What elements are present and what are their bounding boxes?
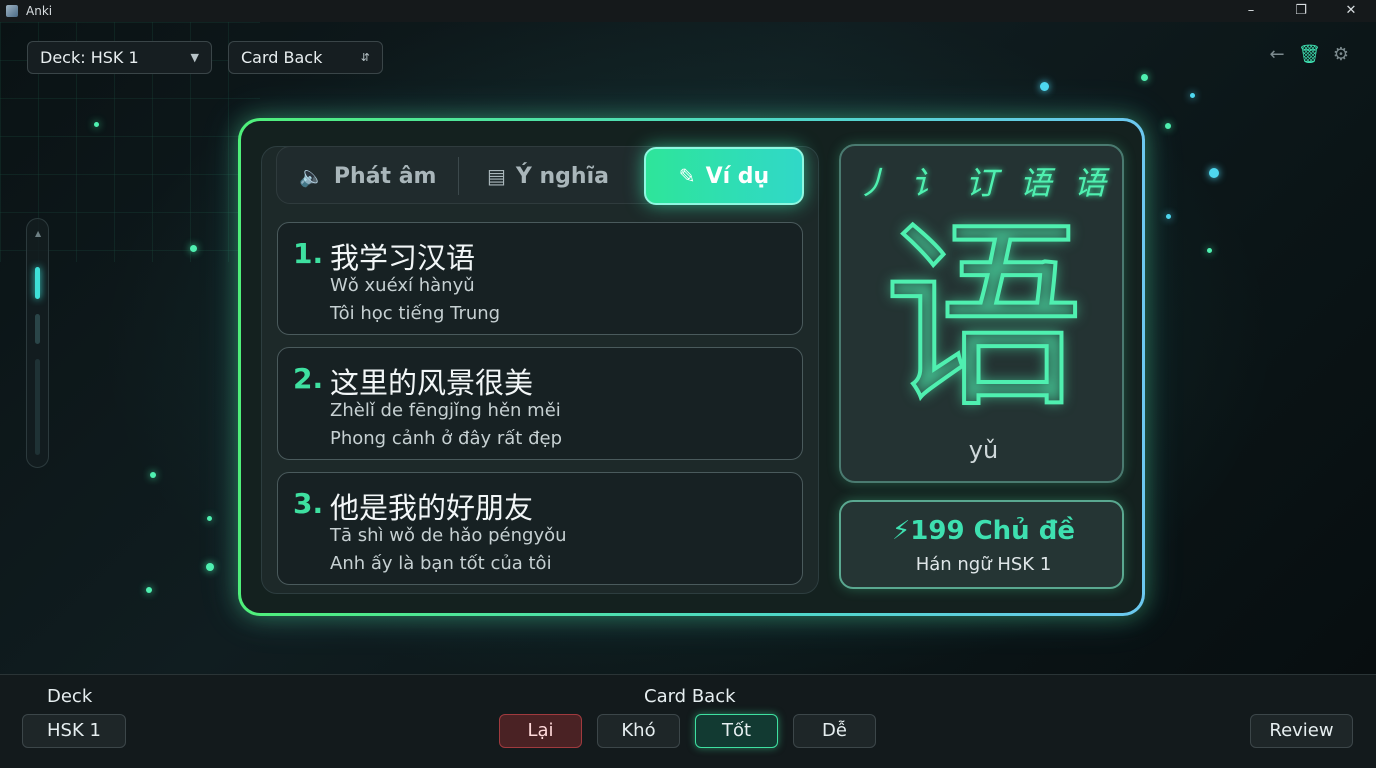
good-button[interactable]: Tốt <box>695 714 778 748</box>
trash-icon[interactable]: 🗑 <box>1298 44 1321 66</box>
slider-cap-icon: ▲ <box>35 229 42 238</box>
note-icon: ▤ <box>487 164 506 188</box>
glow-dot <box>94 122 99 127</box>
topic-title: ⚡199 Chủ đề <box>841 516 1126 546</box>
topic-title-text: 199 Chủ đề <box>910 516 1075 546</box>
restore-icon[interactable]: ❐ <box>1276 0 1326 22</box>
example-item: 2. 这里的风景很美 Zhèlǐ de fēngjǐng hěn měi Pho… <box>277 347 803 460</box>
glow-dot <box>1207 248 1212 253</box>
deck-select[interactable]: Deck: HSK 1 ▼ <box>27 41 212 74</box>
glow-dot <box>190 245 197 252</box>
example-hanzi: 他是我的好朋友 <box>330 491 534 525</box>
slider-track <box>35 314 40 344</box>
glow-dot <box>206 563 214 571</box>
glow-dot <box>150 472 156 478</box>
slider-thumb[interactable] <box>35 267 40 299</box>
chevron-down-icon: ▼ <box>190 51 199 64</box>
window-title: Anki <box>26 4 53 18</box>
example-hanzi: 我学习汉语 <box>330 241 476 275</box>
tab-pronunciation[interactable]: 🔈 Phát âm <box>299 147 436 205</box>
character-card: 丿 讠 订 语 语 语 yǔ <box>839 144 1124 483</box>
glow-dot <box>1190 93 1195 98</box>
updown-chevron-icon: ⇵ <box>360 51 370 64</box>
deck-select-value: Deck: HSK 1 <box>40 48 139 67</box>
deck-label: Deck <box>47 686 93 707</box>
slider-track <box>35 359 40 455</box>
example-number: 3. <box>293 487 324 520</box>
easy-button[interactable]: Dễ <box>793 714 876 748</box>
tab-label: Ý nghĩa <box>515 163 609 189</box>
gear-icon[interactable]: ⚙ <box>1330 44 1352 66</box>
glow-dot <box>1141 74 1148 81</box>
deck-button[interactable]: HSK 1 <box>22 714 126 748</box>
again-button[interactable]: Lại <box>499 714 582 748</box>
tab-examples[interactable]: ✎ Ví dụ <box>644 147 804 205</box>
side-select[interactable]: Card Back ⇵ <box>228 41 383 74</box>
review-button[interactable]: Review <box>1250 714 1353 748</box>
topic-subtitle: Hán ngữ HSK 1 <box>915 554 1052 575</box>
title-bar: Anki – ❐ ✕ <box>0 0 1376 22</box>
example-item: 1. 我学习汉语 Wǒ xuéxí hànyǔ Tôi học tiếng Tr… <box>277 222 803 335</box>
tab-meaning[interactable]: ▤ Ý nghĩa <box>487 147 609 205</box>
tab-label: Phát âm <box>333 163 437 189</box>
vertical-slider[interactable]: ▲ <box>26 218 49 468</box>
topic-card[interactable]: ⚡199 Chủ đề Hán ngữ HSK 1 <box>839 500 1124 589</box>
example-pinyin: Tā shì wǒ de hǎo péngyǒu <box>330 525 567 546</box>
example-number: 1. <box>293 237 324 270</box>
window-controls: – ❐ ✕ <box>1226 0 1376 22</box>
edit-icon: ✎ <box>678 164 696 188</box>
glow-dot <box>1165 123 1171 129</box>
example-pinyin: Wǒ xuéxí hànyǔ <box>330 275 475 296</box>
tab-label: Ví dụ <box>705 163 770 189</box>
character-glyph: 语 <box>881 202 1085 435</box>
stroke-order: 丿 讠 订 语 语 <box>857 164 1112 202</box>
tab-bar: 🔈 Phát âm ▤ Ý nghĩa ✎ Ví dụ <box>276 146 804 205</box>
side-label: Card Back <box>644 686 736 707</box>
example-hanzi: 这里的风景很美 <box>330 366 534 400</box>
example-meaning: Anh ấy là bạn tốt của tôi <box>330 553 552 574</box>
example-meaning: Tôi học tiếng Trung <box>330 303 501 324</box>
hard-button[interactable]: Khó <box>597 714 680 748</box>
side-select-value: Card Back <box>241 48 323 67</box>
character-pinyin: yǔ <box>968 436 999 464</box>
example-meaning: Phong cảnh ở đây rất đẹp <box>330 428 562 449</box>
glow-dot <box>1209 168 1219 178</box>
minimize-icon[interactable]: – <box>1226 0 1276 22</box>
glow-dot <box>207 516 212 521</box>
glow-dot <box>1040 82 1049 91</box>
back-arrow-icon[interactable]: ← <box>1266 44 1288 66</box>
close-icon[interactable]: ✕ <box>1326 0 1376 22</box>
example-pinyin: Zhèlǐ de fēngjǐng hěn měi <box>330 400 561 421</box>
glow-dot <box>1166 214 1171 219</box>
bolt-icon: ⚡ <box>892 516 911 546</box>
anki-logo-icon <box>6 5 18 17</box>
example-number: 2. <box>293 362 324 395</box>
example-item: 3. 他是我的好朋友 Tā shì wǒ de hǎo péngyǒu Anh … <box>277 472 803 585</box>
tab-divider <box>458 157 459 195</box>
top-right-toolbar: ← 🗑 ⚙ <box>1266 44 1352 66</box>
glow-dot <box>146 587 152 593</box>
speaker-icon: 🔈 <box>299 164 324 188</box>
